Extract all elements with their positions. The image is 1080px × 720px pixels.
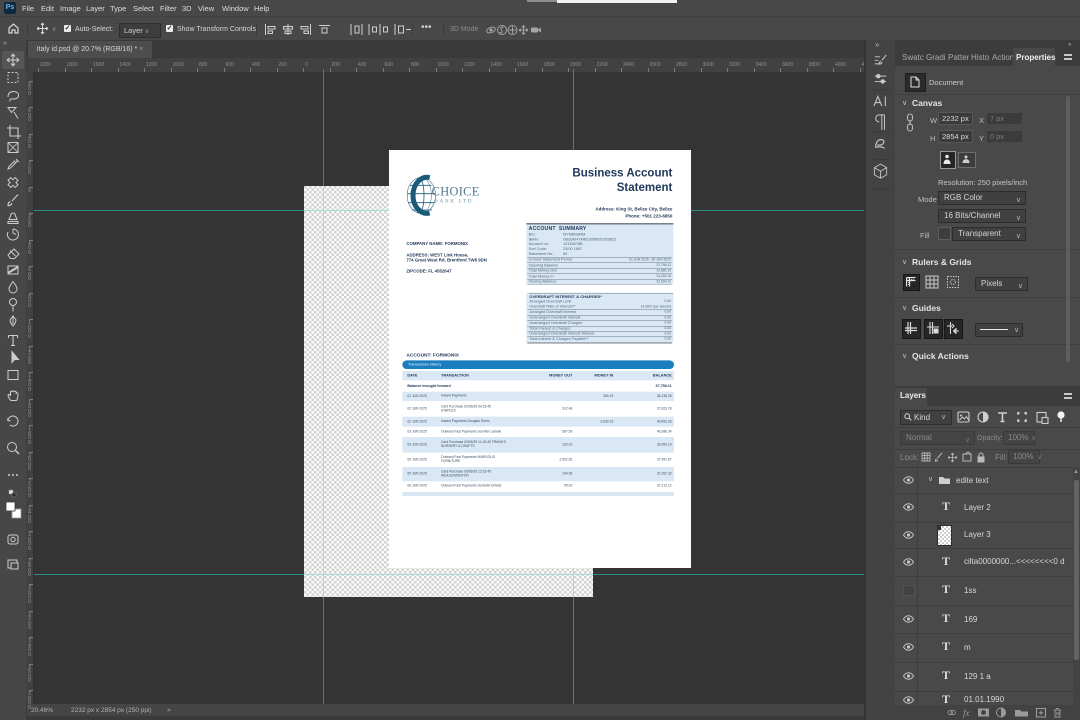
svg-text:fx: fx (963, 708, 970, 718)
